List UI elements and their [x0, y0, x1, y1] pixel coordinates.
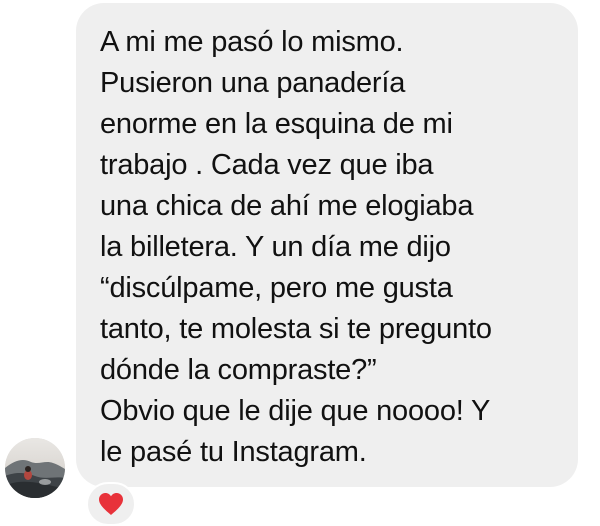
- message-line: la billetera. Y un día me dijo: [100, 231, 451, 263]
- message-line: enorme en la esquina de mi: [100, 108, 453, 140]
- avatar[interactable]: [5, 438, 65, 498]
- message-line: trabajo . Cada vez que iba: [100, 149, 434, 181]
- message-line: “discúlpame, pero me gusta: [100, 272, 453, 304]
- heart-icon: [99, 493, 123, 515]
- message-line: tanto, te molesta si te pregunto: [100, 313, 492, 345]
- reaction-badge[interactable]: [86, 482, 136, 526]
- message-line: A mi me pasó lo mismo.: [100, 26, 404, 58]
- message-line: Obvio que le dije que noooo! Y: [100, 395, 491, 427]
- message-line: dónde la compraste?”: [100, 354, 377, 386]
- message-line: una chica de ahí me elogiaba: [100, 190, 474, 222]
- message-line: Pusieron una panadería: [100, 67, 406, 99]
- message-bubble[interactable]: A mi me pasó lo mismo. Pusieron una pana…: [76, 3, 578, 487]
- profile-photo-icon: [5, 438, 65, 498]
- message-line: le pasé tu Instagram.: [100, 436, 367, 468]
